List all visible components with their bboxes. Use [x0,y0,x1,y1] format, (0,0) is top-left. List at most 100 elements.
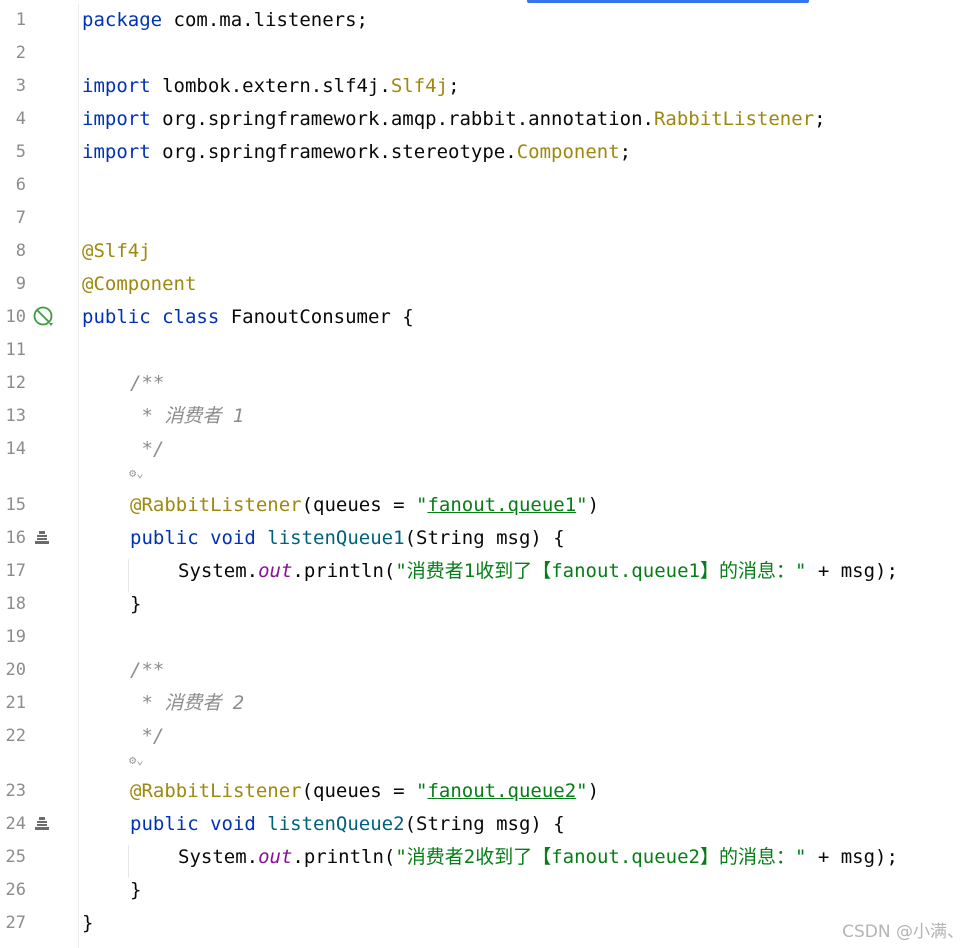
method-name: listenQueue1 [267,527,405,549]
code-text: ; [448,75,460,97]
code-editor[interactable]: package com.ma.listeners; import lombok.… [79,4,980,948]
code-line[interactable]: /** [130,367,164,400]
string: " [576,780,588,802]
keyword: package [82,9,163,31]
code-line[interactable]: System.out.println("消费者1收到了【fanout.queue… [178,555,898,588]
spring-bean-icon[interactable] [33,306,55,328]
code-text: + msg); [806,560,898,582]
line-number: 8 [15,241,26,261]
keyword: import [82,141,151,163]
string: "消费者1收到了【fanout.queue1】的消息：" [395,560,807,582]
code-text: .println( [292,560,396,582]
code-line[interactable]: @Component [82,268,196,301]
line-number: 23 [5,781,26,801]
line-number: 12 [5,373,26,393]
code-line[interactable]: @RabbitListener(queues = "fanout.queue2"… [130,775,599,808]
code-line[interactable]: package com.ma.listeners; [82,4,368,37]
field: out [258,560,293,582]
line-number: 22 [5,726,26,746]
code-text: FanoutConsumer { [219,306,414,328]
line-number: 14 [5,439,26,459]
line-number: 5 [15,142,26,162]
code-line[interactable]: } [130,588,141,621]
line-number: 16 [5,528,26,548]
line-number: 24 [5,814,26,834]
code-text: (String msg) { [404,813,565,835]
inlay-hint-icon[interactable]: ⚙⌄ [129,466,143,480]
code-line[interactable]: */ [130,720,164,753]
active-tab-indicator[interactable] [527,0,809,3]
line-number: 3 [15,76,26,96]
class-ref: RabbitListener [653,108,815,130]
code-text: .println( [292,846,396,868]
annotation: @RabbitListener [130,780,302,802]
code-line[interactable]: * 消费者 1 [130,400,244,433]
code-line[interactable]: import lombok.extern.slf4j.Slf4j; [82,70,460,103]
queue-link[interactable]: fanout.queue1 [427,494,576,516]
string: " [415,494,428,516]
line-number: 20 [5,660,26,680]
code-text: ) [587,780,600,802]
code-line[interactable]: /** [130,654,164,687]
line-number: 25 [5,847,26,867]
annotation: @Slf4j [82,240,151,262]
code-line[interactable]: } [130,874,141,907]
comment: /** [130,372,165,394]
method-name: listenQueue2 [267,813,405,835]
code-line[interactable]: * 消费者 2 [130,687,244,720]
field: out [258,846,293,868]
class-ref: Slf4j [390,75,449,97]
code-line[interactable]: @Slf4j [82,235,151,268]
code-text: } [130,879,142,901]
comment: * 消费者 2 [130,692,245,714]
comment: */ [130,438,165,460]
annotation: @Component [82,273,197,295]
code-line[interactable]: @RabbitListener(queues = "fanout.queue1"… [130,489,599,522]
code-text: (queues = [301,780,416,802]
line-number: 11 [5,340,26,360]
comment: * 消费者 1 [130,405,245,427]
keyword: public void [130,813,256,835]
code-text: ) [587,494,600,516]
comment: /** [130,659,165,681]
line-number: 1 [15,10,26,30]
code-text: + msg); [806,846,898,868]
line-number: 26 [5,880,26,900]
method-run-icon[interactable] [34,530,50,546]
line-number: 6 [15,175,26,195]
inlay-hint-icon[interactable]: ⚙⌄ [129,753,143,767]
code-text: System. [178,846,259,868]
code-text: } [130,593,142,615]
line-number: 7 [15,208,26,228]
line-number: 27 [5,913,26,933]
line-number: 18 [5,594,26,614]
code-line[interactable]: System.out.println("消费者2收到了【fanout.queue… [178,841,898,874]
code-line[interactable]: public void listenQueue2(String msg) { [130,808,565,841]
keyword: import [82,108,151,130]
code-text: ; [814,108,826,130]
method-run-icon[interactable] [34,816,50,832]
comment: */ [130,725,165,747]
line-number: 19 [5,627,26,647]
queue-link[interactable]: fanout.queue2 [427,780,576,802]
indent-guide [128,559,129,592]
code-line[interactable]: import org.springframework.stereotype.Co… [82,136,631,169]
code-line[interactable]: public void listenQueue1(String msg) { [130,522,565,555]
code-line[interactable]: import org.springframework.amqp.rabbit.a… [82,103,826,136]
code-text: ; [619,141,632,163]
keyword: public class [82,306,220,328]
code-text: (queues = [301,494,416,516]
keyword: public void [130,527,256,549]
code-line[interactable]: } [82,907,93,940]
line-number: 4 [15,109,26,129]
class-ref: Component [516,141,620,163]
code-text: com.ma.listeners; [162,9,368,31]
code-line[interactable]: public class FanoutConsumer { [82,301,414,334]
line-number: 17 [5,561,26,581]
watermark: CSDN @小满、 [842,922,964,942]
line-number: 10 [5,307,26,327]
code-line[interactable]: */ [130,433,164,466]
indent-guide [128,845,129,878]
